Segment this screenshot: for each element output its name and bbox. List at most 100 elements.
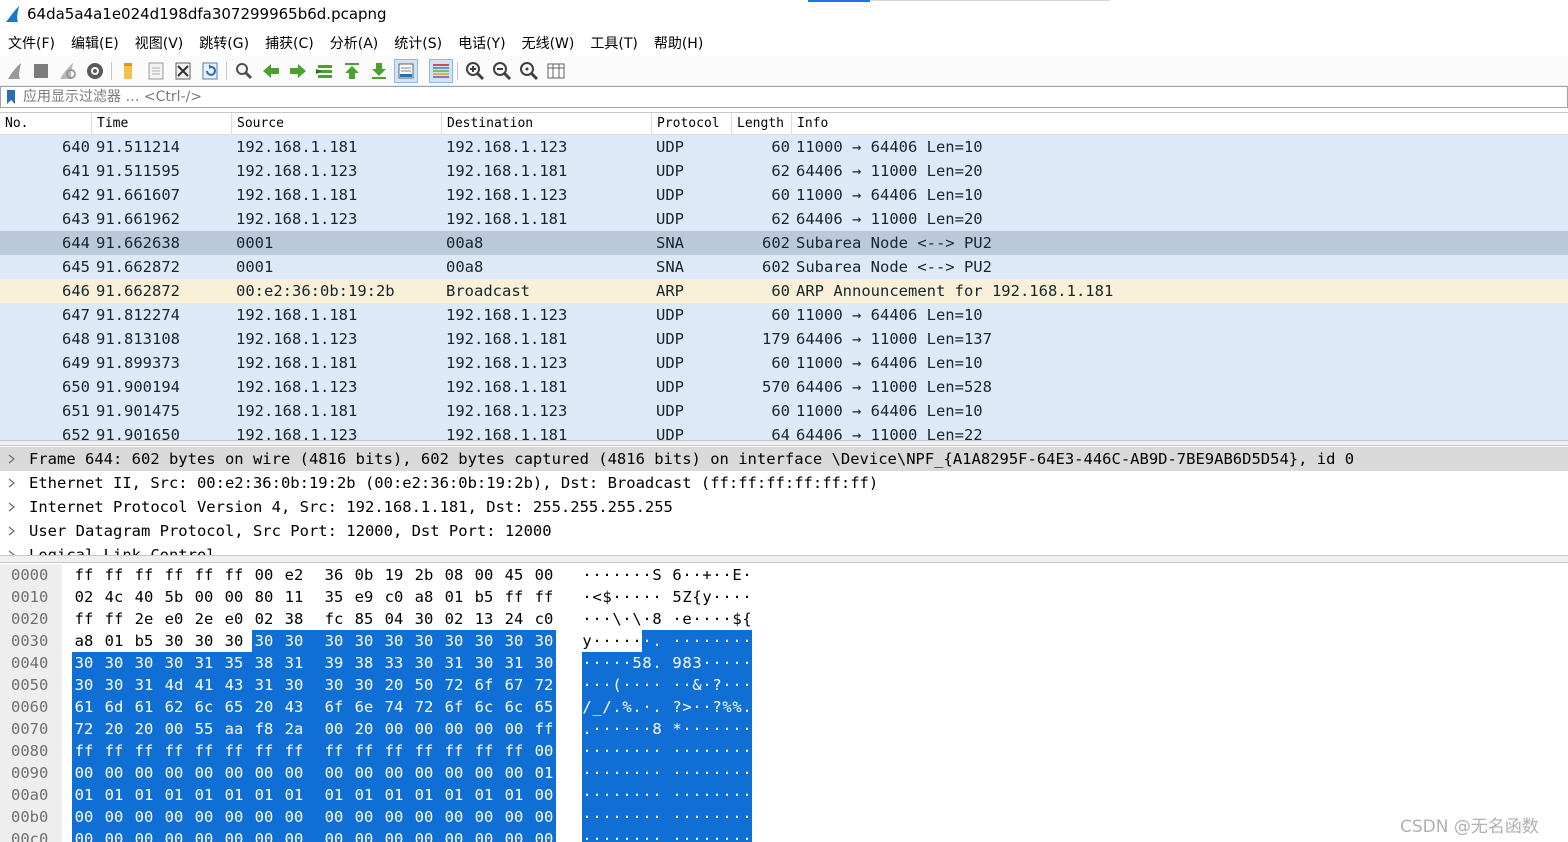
ascii-char[interactable]: · xyxy=(582,740,592,762)
ascii-char[interactable]: · xyxy=(712,608,722,630)
ascii-char[interactable]: · xyxy=(682,630,692,652)
hex-byte[interactable]: ff xyxy=(162,564,186,586)
ascii-char[interactable]: · xyxy=(702,630,712,652)
ascii-char[interactable]: * xyxy=(662,718,682,740)
hex-byte[interactable]: 00 xyxy=(156,718,186,740)
expand-arrow-icon[interactable] xyxy=(8,502,16,512)
hex-byte[interactable]: 01 xyxy=(306,784,346,806)
hex-byte[interactable]: 36 xyxy=(322,564,346,586)
ascii-char[interactable]: · xyxy=(712,740,722,762)
ascii-char[interactable]: · xyxy=(602,762,612,784)
hex-byte[interactable]: ff xyxy=(276,740,306,762)
hex-byte[interactable]: 00 xyxy=(532,564,556,586)
ascii-char[interactable]: 8 xyxy=(682,652,692,674)
ascii-char[interactable]: · xyxy=(682,564,692,586)
hex-byte[interactable]: 31 xyxy=(126,674,156,696)
ascii-char[interactable]: · xyxy=(632,784,642,806)
hex-byte[interactable]: ff xyxy=(496,740,526,762)
ascii-char[interactable]: · xyxy=(582,828,592,842)
hex-byte[interactable]: 30 xyxy=(306,674,346,696)
ascii-char[interactable]: { xyxy=(692,586,702,608)
hex-byte[interactable]: 30 xyxy=(526,652,556,674)
hex-byte[interactable]: ff xyxy=(102,608,126,630)
ascii-char[interactable]: · xyxy=(612,784,622,806)
ascii-char[interactable]: · xyxy=(722,608,732,630)
hex-byte[interactable]: e2 xyxy=(282,564,306,586)
ascii-char[interactable]: · xyxy=(742,586,752,608)
ascii-char[interactable]: · xyxy=(592,806,602,828)
ascii-char[interactable]: · xyxy=(632,586,642,608)
hex-byte[interactable]: 30 xyxy=(466,652,496,674)
hex-byte[interactable]: 00 xyxy=(216,806,246,828)
hex-byte[interactable]: 50 xyxy=(406,674,436,696)
hex-byte[interactable]: 00 xyxy=(526,740,556,762)
hex-byte[interactable]: 00 xyxy=(96,762,126,784)
hex-byte[interactable]: 80 xyxy=(252,586,276,608)
hex-byte[interactable]: 72 xyxy=(72,718,96,740)
hex-byte[interactable]: 38 xyxy=(246,652,276,674)
ascii-char[interactable]: · xyxy=(742,784,752,806)
hex-byte[interactable]: 30 xyxy=(406,630,436,652)
column-header-info[interactable]: Info xyxy=(792,113,1568,135)
ascii-char[interactable]: · xyxy=(702,608,712,630)
hex-byte[interactable]: 00 xyxy=(156,828,186,842)
hex-byte[interactable]: 30 xyxy=(72,652,96,674)
ascii-char[interactable]: e xyxy=(682,608,692,630)
ascii-char[interactable]: · xyxy=(622,762,632,784)
ascii-char[interactable]: · xyxy=(592,608,602,630)
ascii-char[interactable]: ? xyxy=(712,696,722,718)
ascii-char[interactable]: E xyxy=(732,564,742,586)
ascii-char[interactable]: \ xyxy=(612,608,622,630)
hex-byte[interactable]: 01 xyxy=(496,784,526,806)
hex-byte[interactable]: ff xyxy=(102,564,126,586)
column-header-no[interactable]: No. xyxy=(0,113,92,135)
hex-byte[interactable]: e0 xyxy=(222,608,246,630)
ascii-char[interactable]: · xyxy=(742,718,752,740)
packet-row[interactable]: 644 91.662638 0001 00a8 SNA 602 Subarea Node <… xyxy=(0,231,1568,255)
ascii-char[interactable]: / xyxy=(602,696,612,718)
ascii-char[interactable]: · xyxy=(592,652,602,674)
hex-byte[interactable]: 00 xyxy=(406,828,436,842)
ascii-char[interactable]: · xyxy=(602,652,612,674)
packet-row[interactable]: 641 91.511595 192.168.1.123 192.168.1.181 UD… xyxy=(0,159,1568,183)
ascii-char[interactable]: · xyxy=(632,740,642,762)
ascii-char[interactable]: · xyxy=(662,828,682,842)
detail-tree-item[interactable]: Ethernet II, Src: 00:e2:36:0b:19:2b (00:… xyxy=(0,471,1568,495)
hex-byte[interactable]: 6f xyxy=(306,696,346,718)
ascii-char[interactable]: · xyxy=(722,828,732,842)
ascii-char[interactable]: · xyxy=(702,806,712,828)
hex-byte[interactable]: 35 xyxy=(322,586,346,608)
hex-byte[interactable]: 02 xyxy=(72,586,96,608)
hex-byte[interactable]: 00 xyxy=(276,762,306,784)
hex-byte[interactable]: 13 xyxy=(472,608,496,630)
ascii-char[interactable]: · xyxy=(642,630,652,652)
column-header-length[interactable]: Length xyxy=(732,113,792,135)
ascii-char[interactable]: . xyxy=(652,630,662,652)
ascii-char[interactable]: 8 xyxy=(652,608,662,630)
ascii-char[interactable]: 8 xyxy=(642,652,652,674)
ascii-char[interactable]: 3 xyxy=(692,652,702,674)
hex-byte[interactable]: 00 xyxy=(496,806,526,828)
go-forward-icon[interactable] xyxy=(287,60,309,82)
hex-byte[interactable]: ff xyxy=(72,740,96,762)
ascii-char[interactable]: _ xyxy=(592,696,602,718)
ascii-char[interactable]: · xyxy=(682,828,692,842)
ascii-char[interactable]: · xyxy=(702,784,712,806)
hex-byte[interactable]: ff xyxy=(466,740,496,762)
hex-byte[interactable]: 31 xyxy=(436,652,466,674)
ascii-char[interactable]: Z xyxy=(682,586,692,608)
hex-byte[interactable]: 00 xyxy=(156,806,186,828)
ascii-char[interactable]: · xyxy=(652,828,662,842)
hex-byte[interactable]: ff xyxy=(306,740,346,762)
ascii-char[interactable]: · xyxy=(722,718,732,740)
hex-byte[interactable]: 00 xyxy=(376,718,406,740)
hex-byte[interactable]: 00 xyxy=(496,828,526,842)
ascii-char[interactable]: $ xyxy=(602,586,612,608)
ascii-char[interactable]: · xyxy=(722,674,732,696)
hex-byte[interactable]: 31 xyxy=(186,652,216,674)
hex-byte[interactable]: 01 xyxy=(436,784,466,806)
ascii-char[interactable]: · xyxy=(582,652,592,674)
go-last-icon[interactable] xyxy=(368,60,390,82)
ascii-char[interactable]: · xyxy=(612,828,622,842)
hex-byte[interactable]: 00 xyxy=(246,762,276,784)
